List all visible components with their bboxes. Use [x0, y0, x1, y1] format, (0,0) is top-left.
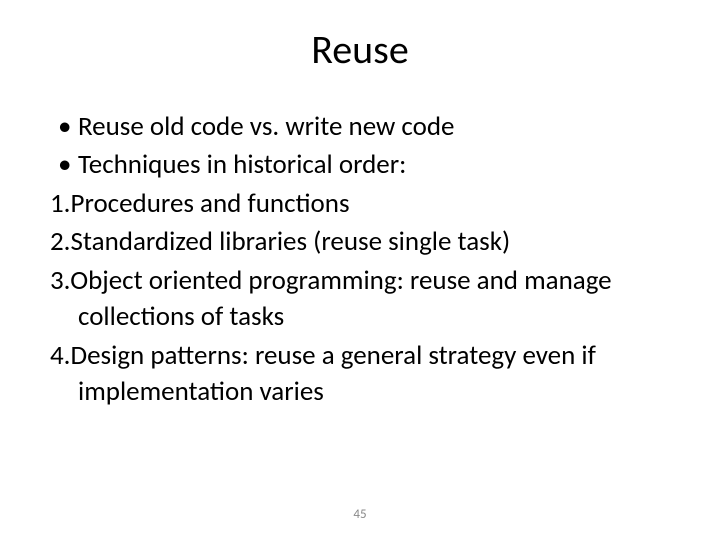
numbered-item: 1.Procedures and functions	[50, 186, 670, 222]
item-text: Object oriented programming: reuse and m…	[70, 264, 611, 333]
bullet-item: Techniques in historical order:	[50, 147, 670, 183]
item-text: Procedures and functions	[71, 187, 350, 220]
item-number: 2.	[50, 225, 71, 258]
numbered-item: 3.Object oriented programming: reuse and…	[50, 263, 670, 336]
page-number: 45	[0, 507, 720, 522]
item-number: 4.	[50, 339, 71, 372]
bullet-item: Reuse old code vs. write new code	[50, 109, 670, 145]
item-text: Standardized libraries (reuse single tas…	[71, 225, 511, 258]
slide-content: Reuse old code vs. write new code Techni…	[50, 109, 670, 411]
numbered-item: 2.Standardized libraries (reuse single t…	[50, 224, 670, 260]
item-text: Design patterns: reuse a general strateg…	[71, 339, 596, 408]
item-number: 1.	[50, 187, 71, 220]
numbered-item: 4.Design patterns: reuse a general strat…	[50, 338, 670, 411]
item-number: 3.	[50, 264, 70, 297]
slide-title: Reuse	[50, 25, 670, 74]
